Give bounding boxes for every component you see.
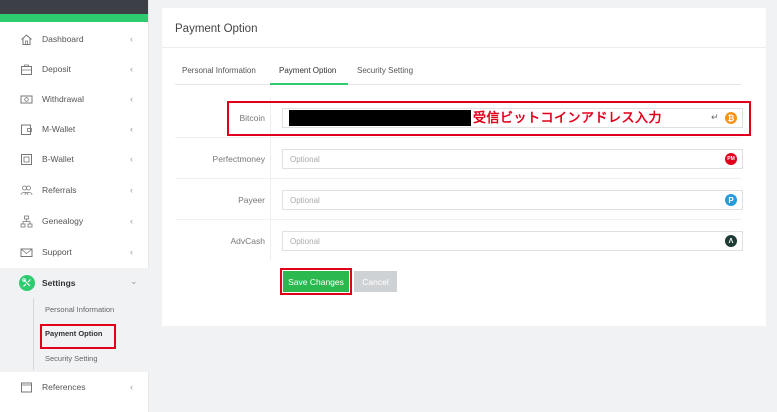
cash-icon: [20, 93, 33, 106]
sidebar-item-label: Referrals: [42, 185, 77, 195]
sidebar-item-genealogy[interactable]: Genealogy ‹: [0, 206, 149, 236]
chevron-left-icon: ‹: [130, 382, 133, 392]
advcash-placeholder: Optional: [290, 237, 320, 246]
tab-payment-option[interactable]: Payment Option: [279, 66, 336, 75]
chevron-left-icon: ‹: [130, 154, 133, 164]
wallet-icon: [20, 123, 33, 136]
chevron-left-icon: ‹: [130, 64, 133, 74]
payeer-label: Payeer: [238, 195, 265, 205]
sidebar-item-label: Dashboard: [42, 34, 84, 44]
sidebar-accent-bar: [0, 14, 148, 22]
chevron-left-icon: ‹: [130, 247, 133, 257]
perfectmoney-placeholder: Optional: [290, 155, 320, 164]
box-icon: [20, 153, 33, 166]
settings-icon: [19, 275, 35, 291]
sidebar-item-label: Support: [42, 247, 72, 257]
annotation-highlight-save-button: [280, 268, 352, 295]
active-tab-indicator: [270, 83, 348, 85]
sidebar-item-references[interactable]: References ‹: [0, 372, 149, 402]
card-header-divider: [162, 47, 766, 48]
sidebar-item-withdrawal[interactable]: Withdrawal ‹: [0, 84, 149, 114]
sidebar-item-label: Deposit: [42, 64, 71, 74]
mail-icon: [20, 246, 33, 259]
tree-icon: [20, 215, 33, 228]
sidebar-item-label: Genealogy: [42, 216, 84, 226]
payeer-placeholder: Optional: [290, 196, 320, 205]
row-divider: [175, 137, 741, 138]
sidebar-item-b-wallet[interactable]: B-Wallet ‹: [0, 144, 149, 174]
sidebar-item-label: References: [42, 382, 86, 392]
annotation-highlight-bitcoin-row: [227, 101, 751, 136]
chevron-down-icon: ⌄: [130, 276, 138, 286]
sidebar-item-referrals[interactable]: Referrals ‹: [0, 175, 149, 205]
chevron-left-icon: ‹: [130, 34, 133, 44]
sidebar-item-label: Settings: [42, 278, 76, 288]
sidebar-item-label: M-Wallet: [42, 124, 76, 134]
tab-personal-information[interactable]: Personal Information: [182, 66, 256, 75]
tab-security-setting[interactable]: Security Setting: [357, 66, 413, 75]
chevron-left-icon: ‹: [130, 216, 133, 226]
sidebar-item-support[interactable]: Support ‹: [0, 237, 149, 267]
sidebar-item-m-wallet[interactable]: M-Wallet ‹: [0, 114, 149, 144]
chevron-left-icon: ‹: [130, 94, 133, 104]
users-icon: [20, 184, 33, 197]
sidebar-item-label: Withdrawal: [42, 94, 85, 104]
sidebar-top-bar: [0, 0, 148, 14]
perfectmoney-icon: PM: [725, 153, 737, 165]
perfectmoney-label: Perfectmoney: [212, 154, 265, 164]
advcash-icon: Λ: [725, 235, 737, 247]
annotation-highlight-payment-option: [40, 324, 116, 349]
sidebar-item-label: B-Wallet: [42, 154, 74, 164]
payeer-icon: P: [725, 194, 737, 206]
submenu-guide-line: [33, 298, 34, 370]
advcash-label: AdvCash: [230, 236, 266, 246]
chevron-left-icon: ‹: [130, 124, 133, 134]
sidebar-item-settings[interactable]: Settings ⌄: [0, 268, 149, 298]
cancel-button[interactable]: Cancel: [354, 271, 397, 292]
submenu-item-personal-information[interactable]: Personal Information: [45, 305, 114, 314]
tabs-divider: [175, 84, 741, 85]
row-divider: [175, 219, 741, 220]
perfectmoney-input[interactable]: Optional: [282, 149, 743, 169]
home-icon: [20, 33, 33, 46]
payeer-input[interactable]: Optional: [282, 190, 743, 210]
advcash-input[interactable]: Optional: [282, 231, 743, 251]
briefcase-icon: [20, 63, 33, 76]
row-divider: [175, 178, 741, 179]
chevron-left-icon: ‹: [130, 185, 133, 195]
sidebar-item-dashboard[interactable]: Dashboard ‹: [0, 24, 149, 54]
sidebar-item-deposit[interactable]: Deposit ‹: [0, 54, 149, 84]
submenu-item-security-setting[interactable]: Security Setting: [45, 354, 98, 363]
page-title: Payment Option: [175, 23, 258, 35]
book-icon: [20, 381, 33, 394]
